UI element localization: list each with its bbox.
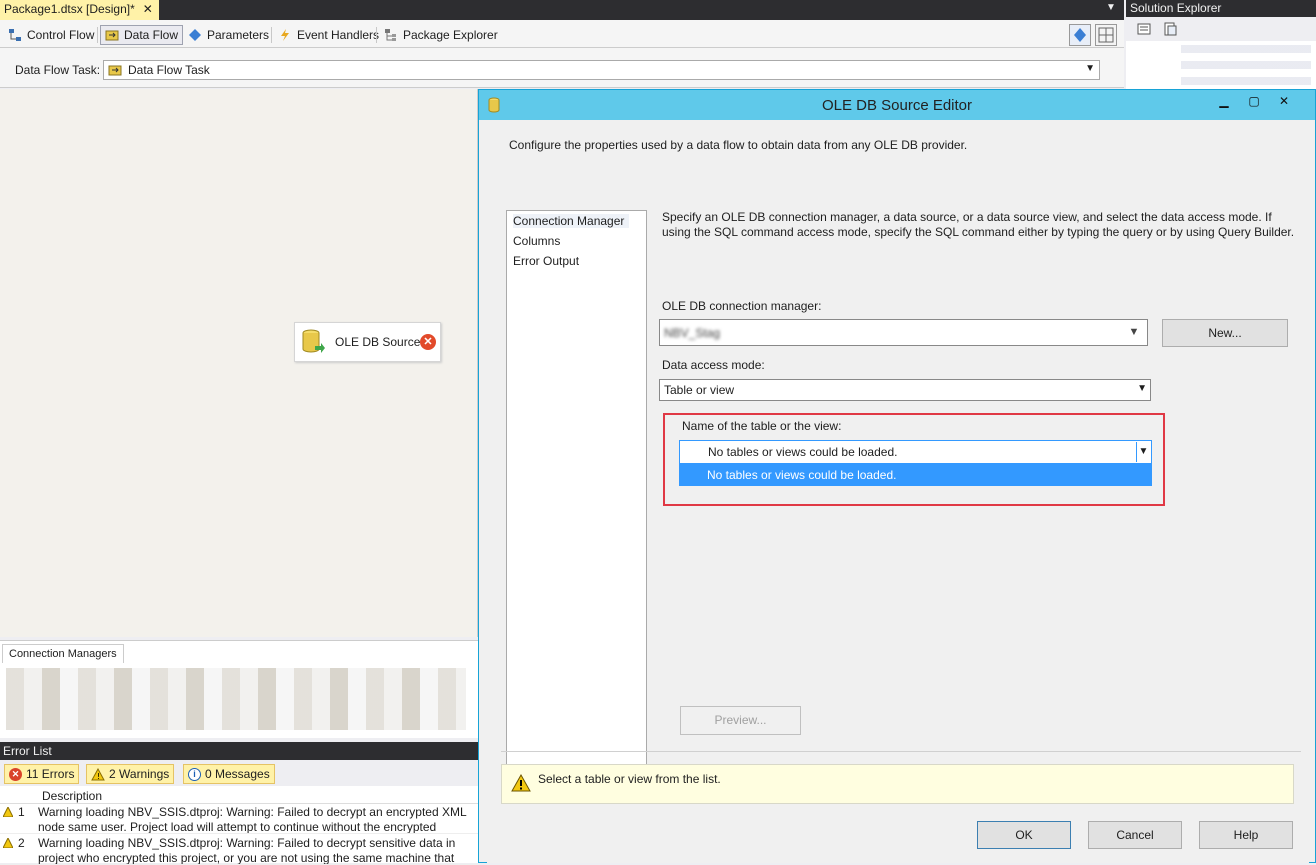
error-list-panel: Error List ✕ 11 Errors ! 2 Warnings i 0 … — [0, 742, 478, 865]
designer-tabs: Control Flow Data Flow Parameters Event … — [0, 20, 1124, 48]
connection-manager-select[interactable]: NBV_Stag ▼ — [659, 319, 1148, 346]
connection-manager-value: NBV_Stag — [664, 326, 721, 340]
data-flow-icon — [108, 65, 122, 76]
table-name-label: Name of the table or the view: — [682, 419, 842, 433]
zoom-button[interactable] — [1069, 24, 1091, 46]
chevron-down-icon: ▼ — [1085, 63, 1095, 74]
document-tab-title: Package1.dtsx [Design]* — [4, 2, 135, 16]
warning-icon: ! — [91, 767, 105, 781]
task-label: Data Flow Task: — [15, 63, 101, 77]
tab-event-handlers[interactable]: Event Handlers — [274, 25, 383, 45]
data-access-mode-label: Data access mode: — [662, 358, 765, 372]
maximize-button[interactable]: ▢ — [1239, 93, 1269, 111]
tab-package-explorer[interactable]: Package Explorer — [380, 25, 502, 45]
dialog-title-bar[interactable]: OLE DB Source Editor ▁ ▢ ✕ — [479, 90, 1315, 120]
info-icon: i — [188, 767, 201, 781]
error-icon: ✕ — [420, 334, 436, 350]
ole-db-source-editor-dialog: OLE DB Source Editor ▁ ▢ ✕ Configure the… — [478, 89, 1316, 863]
table-name-select[interactable]: No tables or views could be loaded. ▼ — [679, 440, 1152, 464]
dialog-title: OLE DB Source Editor — [821, 97, 973, 114]
database-icon — [302, 329, 325, 353]
page-columns[interactable]: Columns — [513, 234, 560, 248]
connection-managers-list — [6, 668, 466, 730]
ole-db-source-node[interactable]: OLE DB Source ✕ — [294, 322, 441, 362]
data-access-mode-select[interactable]: Table or view ▼ — [659, 379, 1151, 401]
status-message: Select a table or view from the list. — [501, 764, 1294, 804]
data-flow-icon — [105, 30, 119, 41]
dialog-body: Configure the properties used by a data … — [487, 121, 1309, 863]
error-list-toolbar: ✕ 11 Errors ! 2 Warnings i 0 Messages — [0, 760, 478, 786]
table-name-option[interactable]: No tables or views could be loaded. — [679, 464, 1152, 486]
tab-data-flow[interactable]: Data Flow — [100, 25, 184, 45]
table-name-value: No tables or views could be loaded. — [708, 445, 898, 459]
data-flow-canvas[interactable]: OLE DB Source ✕ — [0, 89, 478, 637]
connection-managers-panel: Connection Managers — [0, 640, 478, 738]
cancel-button[interactable]: Cancel — [1088, 821, 1182, 849]
warning-icon — [3, 838, 13, 848]
grid-button[interactable] — [1095, 24, 1117, 46]
document-tab[interactable]: Package1.dtsx [Design]* ✕ — [0, 0, 159, 20]
solution-tree[interactable] — [1181, 45, 1311, 90]
help-button[interactable]: Help — [1199, 821, 1293, 849]
task-row: Data Flow Task: Data Flow Task ▼ — [0, 48, 1124, 88]
parameters-icon — [189, 29, 201, 41]
page-error-output[interactable]: Error Output — [513, 254, 579, 268]
data-access-mode-value: Table or view — [664, 383, 735, 397]
grid-icon — [1098, 27, 1114, 43]
close-icon[interactable]: ✕ — [143, 2, 153, 16]
column-description[interactable]: Description — [42, 789, 102, 803]
tab-parameters[interactable]: Parameters — [184, 25, 273, 45]
error-list-title: Error List — [0, 742, 478, 760]
chevron-down-icon: ▼ — [1137, 383, 1147, 394]
solution-explorer-toolbar — [1126, 17, 1316, 41]
chevron-down-icon: ▼ — [1136, 442, 1150, 462]
messages-filter-button[interactable]: i 0 Messages — [183, 764, 275, 784]
task-select-value: Data Flow Task — [128, 63, 210, 77]
tab-connection-managers[interactable]: Connection Managers — [2, 644, 124, 663]
page-description: Specify an OLE DB connection manager, a … — [662, 210, 1295, 239]
error-list-row[interactable]: 2 Warning loading NBV_SSIS.dtproj: Warni… — [0, 835, 478, 865]
control-flow-icon — [9, 29, 21, 41]
divider — [501, 751, 1301, 752]
diamond-icon — [1074, 28, 1086, 42]
status-text: Select a table or view from the list. — [538, 772, 721, 786]
tab-control-flow[interactable]: Control Flow — [4, 25, 98, 45]
page-list: Connection Manager Columns Error Output — [506, 210, 647, 767]
connection-manager-label: OLE DB connection manager: — [662, 299, 822, 313]
close-button[interactable]: ✕ — [1269, 93, 1299, 111]
error-list-header: Description — [0, 788, 478, 804]
new-connection-button[interactable]: New... — [1162, 319, 1288, 347]
solution-explorer-title: Solution Explorer — [1126, 0, 1316, 17]
show-files-icon[interactable] — [1162, 21, 1178, 37]
minimize-button[interactable]: ▁ — [1209, 93, 1239, 111]
error-icon: ✕ — [9, 767, 22, 781]
chevron-down-icon[interactable]: ▼ — [1106, 2, 1116, 13]
dialog-description: Configure the properties used by a data … — [509, 138, 968, 152]
ok-button[interactable]: OK — [977, 821, 1071, 849]
package-explorer-icon — [385, 29, 396, 41]
warning-icon — [3, 807, 13, 817]
chevron-down-icon: ▼ — [1122, 321, 1146, 344]
error-list-row[interactable]: 1 Warning loading NBV_SSIS.dtproj: Warni… — [0, 804, 478, 834]
properties-icon[interactable] — [1136, 21, 1152, 37]
svg-text:!: ! — [97, 772, 100, 781]
warning-icon — [511, 774, 531, 792]
document-tab-strip: Package1.dtsx [Design]* ✕ ▼ — [0, 0, 1124, 20]
preview-button[interactable]: Preview... — [680, 706, 801, 735]
lightning-icon — [281, 29, 289, 41]
warnings-filter-button[interactable]: ! 2 Warnings — [86, 764, 175, 784]
page-connection-manager[interactable]: Connection Manager — [513, 214, 629, 228]
errors-filter-button[interactable]: ✕ 11 Errors — [4, 764, 80, 784]
task-select[interactable]: Data Flow Task ▼ — [103, 60, 1100, 80]
ole-db-source-label: OLE DB Source — [335, 335, 421, 349]
